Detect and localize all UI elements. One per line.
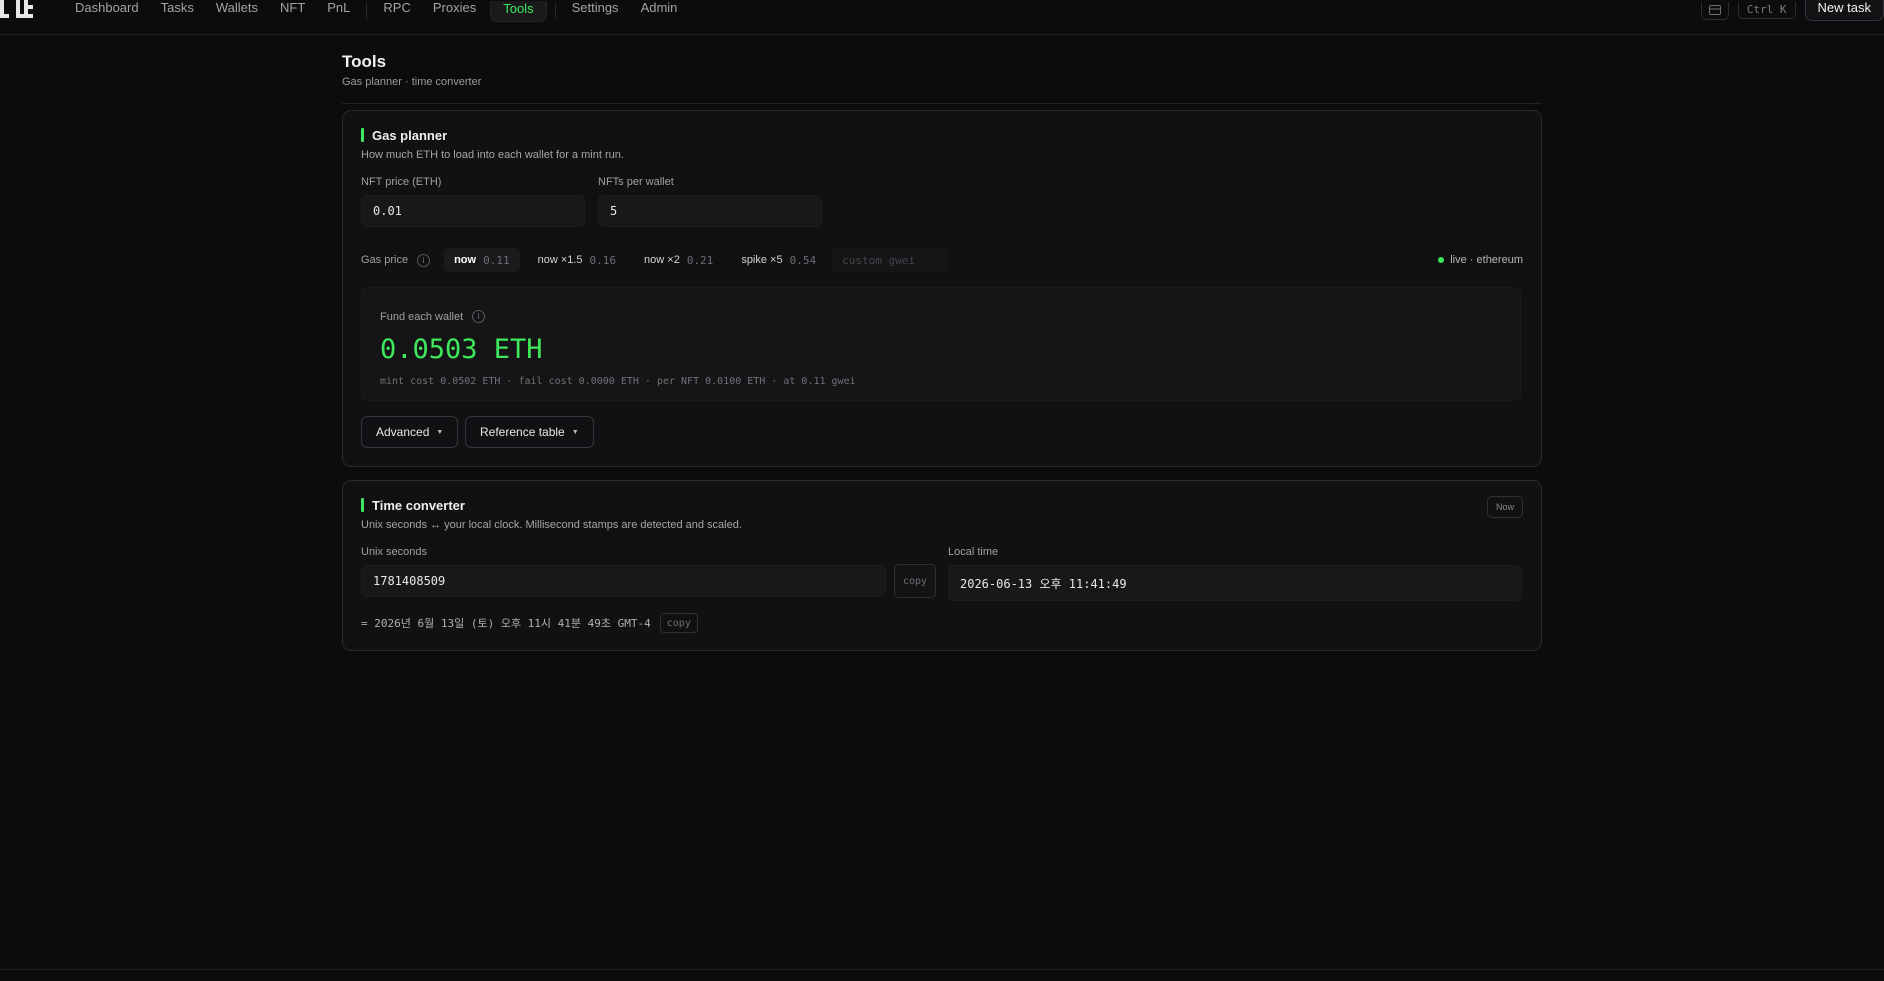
live-status-dot	[1438, 257, 1445, 263]
nav-admin[interactable]: Admin	[630, 0, 689, 22]
fund-label-text: Fund each wallet	[380, 310, 464, 323]
advanced-label: Advanced	[376, 425, 430, 439]
panel-icon	[1708, 5, 1721, 15]
gas-price-row: Gas price i now 0.11 now ×1.5 0.16 now ×…	[361, 247, 949, 273]
app-logo[interactable]	[0, 0, 46, 22]
top-right-tools: Ctrl K New task	[1700, 0, 1884, 21]
gas-preset-label: now	[454, 254, 477, 266]
time-converter-title: Time converter	[361, 498, 465, 513]
gas-preset-label: now ×1.5	[537, 254, 583, 266]
nft-price-input[interactable]: 0.01	[361, 195, 585, 227]
converted-time-result: = 2026년 6월 13일 (토) 오후 11시 41분 49초 GMT-4 …	[361, 613, 698, 633]
gas-preset-value: 0.54	[789, 253, 817, 267]
gas-preset-now-x1-5[interactable]: now ×1.5 0.16	[528, 248, 626, 272]
fund-amount: 0.0503 ETH	[380, 334, 543, 365]
gas-planner-card: Gas planner How much ETH to load into ea…	[342, 110, 1542, 467]
reference-table-label: Reference table	[480, 425, 565, 439]
gas-preset-value: 0.21	[686, 253, 714, 267]
caret-down-icon: ▼	[571, 428, 579, 436]
gas-preset-value: 0.16	[589, 253, 617, 267]
live-network-status: live · ethereum	[1438, 254, 1523, 266]
advanced-dropdown-button[interactable]: Advanced ▼	[361, 416, 459, 448]
new-task-button[interactable]: New task	[1804, 0, 1884, 21]
unix-seconds-input[interactable]: 1781408509	[361, 565, 886, 597]
nav-divider	[554, 3, 556, 19]
nav-rpc[interactable]: RPC	[372, 0, 421, 22]
time-converter-card: Time converter Unix seconds ↔ your local…	[342, 480, 1542, 651]
nav-divider	[366, 3, 368, 19]
copy-unix-button[interactable]: copy	[894, 564, 937, 598]
gas-preset-now-x2[interactable]: now ×2 0.21	[634, 248, 723, 272]
main-nav: Dashboard Tasks Wallets NFT PnL RPC Prox…	[64, 0, 688, 22]
copy-result-button[interactable]: copy	[659, 613, 698, 633]
nav-dashboard[interactable]: Dashboard	[64, 0, 150, 22]
gas-planner-description: How much ETH to load into each wallet fo…	[361, 149, 624, 161]
fund-each-wallet-label: Fund each wallet i	[380, 310, 486, 323]
nfts-per-wallet-label: NFTs per wallet	[598, 176, 674, 188]
top-navigation-bar: Dashboard Tasks Wallets NFT PnL RPC Prox…	[0, 0, 1884, 35]
gas-preset-label: spike ×5	[741, 254, 783, 266]
reference-table-dropdown-button[interactable]: Reference table ▼	[465, 416, 594, 448]
header-divider	[342, 103, 1542, 104]
custom-gwei-input[interactable]: custom gwei	[832, 247, 949, 273]
fund-result-panel: Fund each wallet i 0.0503 ETH mint cost …	[361, 287, 1521, 401]
nav-wallets[interactable]: Wallets	[205, 0, 269, 22]
nav-pnl[interactable]: PnL	[316, 0, 361, 22]
nfts-per-wallet-input[interactable]: 5	[598, 195, 822, 227]
converted-time-text: = 2026년 6월 13일 (토) 오후 11시 41분 49초 GMT-4	[361, 617, 651, 630]
fund-breakdown: mint cost 0.0502 ETH · fail cost 0.0000 …	[380, 376, 856, 387]
nav-proxies[interactable]: Proxies	[422, 0, 487, 22]
nav-nft[interactable]: NFT	[269, 0, 316, 22]
info-icon[interactable]: i	[472, 310, 486, 323]
nav-settings[interactable]: Settings	[561, 0, 630, 22]
time-converter-description: Unix seconds ↔ your local clock. Millise…	[361, 519, 742, 531]
command-palette-shortcut[interactable]: Ctrl K	[1737, 2, 1796, 19]
panel-toggle-button[interactable]	[1700, 1, 1729, 20]
gas-preset-value: 0.11	[483, 253, 510, 267]
gas-preset-spike-x5[interactable]: spike ×5 0.54	[731, 248, 826, 272]
page-title: Tools	[342, 52, 387, 71]
gas-price-label: Gas price	[361, 254, 409, 266]
bottom-status-bar	[0, 969, 1884, 970]
page-subtitle: Gas planner · time converter	[342, 76, 482, 88]
caret-down-icon: ▼	[436, 428, 444, 436]
nav-tools[interactable]: Tools	[490, 0, 547, 22]
gas-preset-label: now ×2	[644, 254, 680, 266]
info-icon[interactable]: i	[417, 253, 431, 267]
gas-planner-title: Gas planner	[361, 128, 447, 143]
local-time-input[interactable]: 2026-06-13 오후 11:41:49	[948, 565, 1522, 601]
nav-tasks[interactable]: Tasks	[150, 0, 205, 22]
nft-price-label: NFT price (ETH)	[361, 176, 442, 188]
live-status-text: live · ethereum	[1450, 254, 1523, 266]
local-time-label: Local time	[948, 546, 999, 558]
now-button[interactable]: Now	[1486, 496, 1523, 518]
gas-preset-now[interactable]: now 0.11	[444, 248, 520, 272]
unix-seconds-label: Unix seconds	[361, 546, 428, 558]
